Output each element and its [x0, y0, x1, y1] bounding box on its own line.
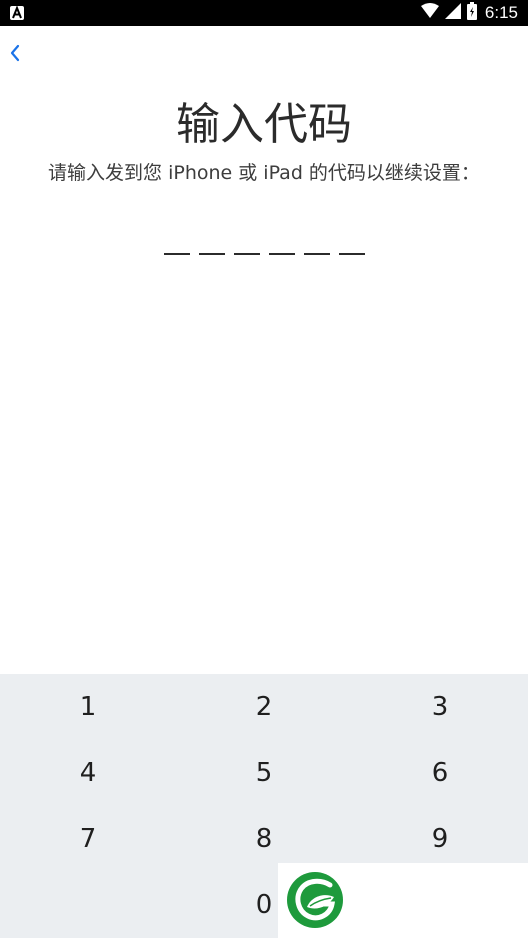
status-bar: 6:15 — [0, 0, 528, 26]
instruction-text: 请输入发到您 iPhone 或 iPad 的代码以继续设置： — [48, 162, 480, 184]
code-slot-3 — [234, 253, 260, 255]
green-leaf-logo-icon — [286, 871, 344, 929]
code-slot-6 — [339, 253, 365, 255]
key-4[interactable]: 4 — [0, 740, 176, 806]
code-slot-2 — [199, 253, 225, 255]
notification-a-icon — [10, 6, 24, 20]
key-7[interactable]: 7 — [0, 806, 176, 872]
clock: 6:15 — [484, 3, 518, 22]
code-slot-1 — [164, 253, 190, 255]
back-button[interactable] — [4, 40, 28, 66]
code-input[interactable] — [164, 253, 365, 255]
chevron-left-icon — [4, 44, 28, 70]
key-5[interactable]: 5 — [176, 740, 352, 806]
key-2[interactable]: 2 — [176, 674, 352, 740]
status-icons: 6:15 — [420, 0, 518, 26]
wifi-icon — [420, 3, 439, 23]
key-3[interactable]: 3 — [352, 674, 528, 740]
watermark — [278, 863, 528, 938]
battery-icon — [466, 2, 477, 24]
key-1[interactable]: 1 — [0, 674, 176, 740]
key-6[interactable]: 6 — [352, 740, 528, 806]
page-title: 输入代码 — [176, 99, 352, 150]
cell-signal-icon — [444, 3, 461, 23]
code-slot-4 — [269, 253, 295, 255]
code-slot-5 — [304, 253, 330, 255]
